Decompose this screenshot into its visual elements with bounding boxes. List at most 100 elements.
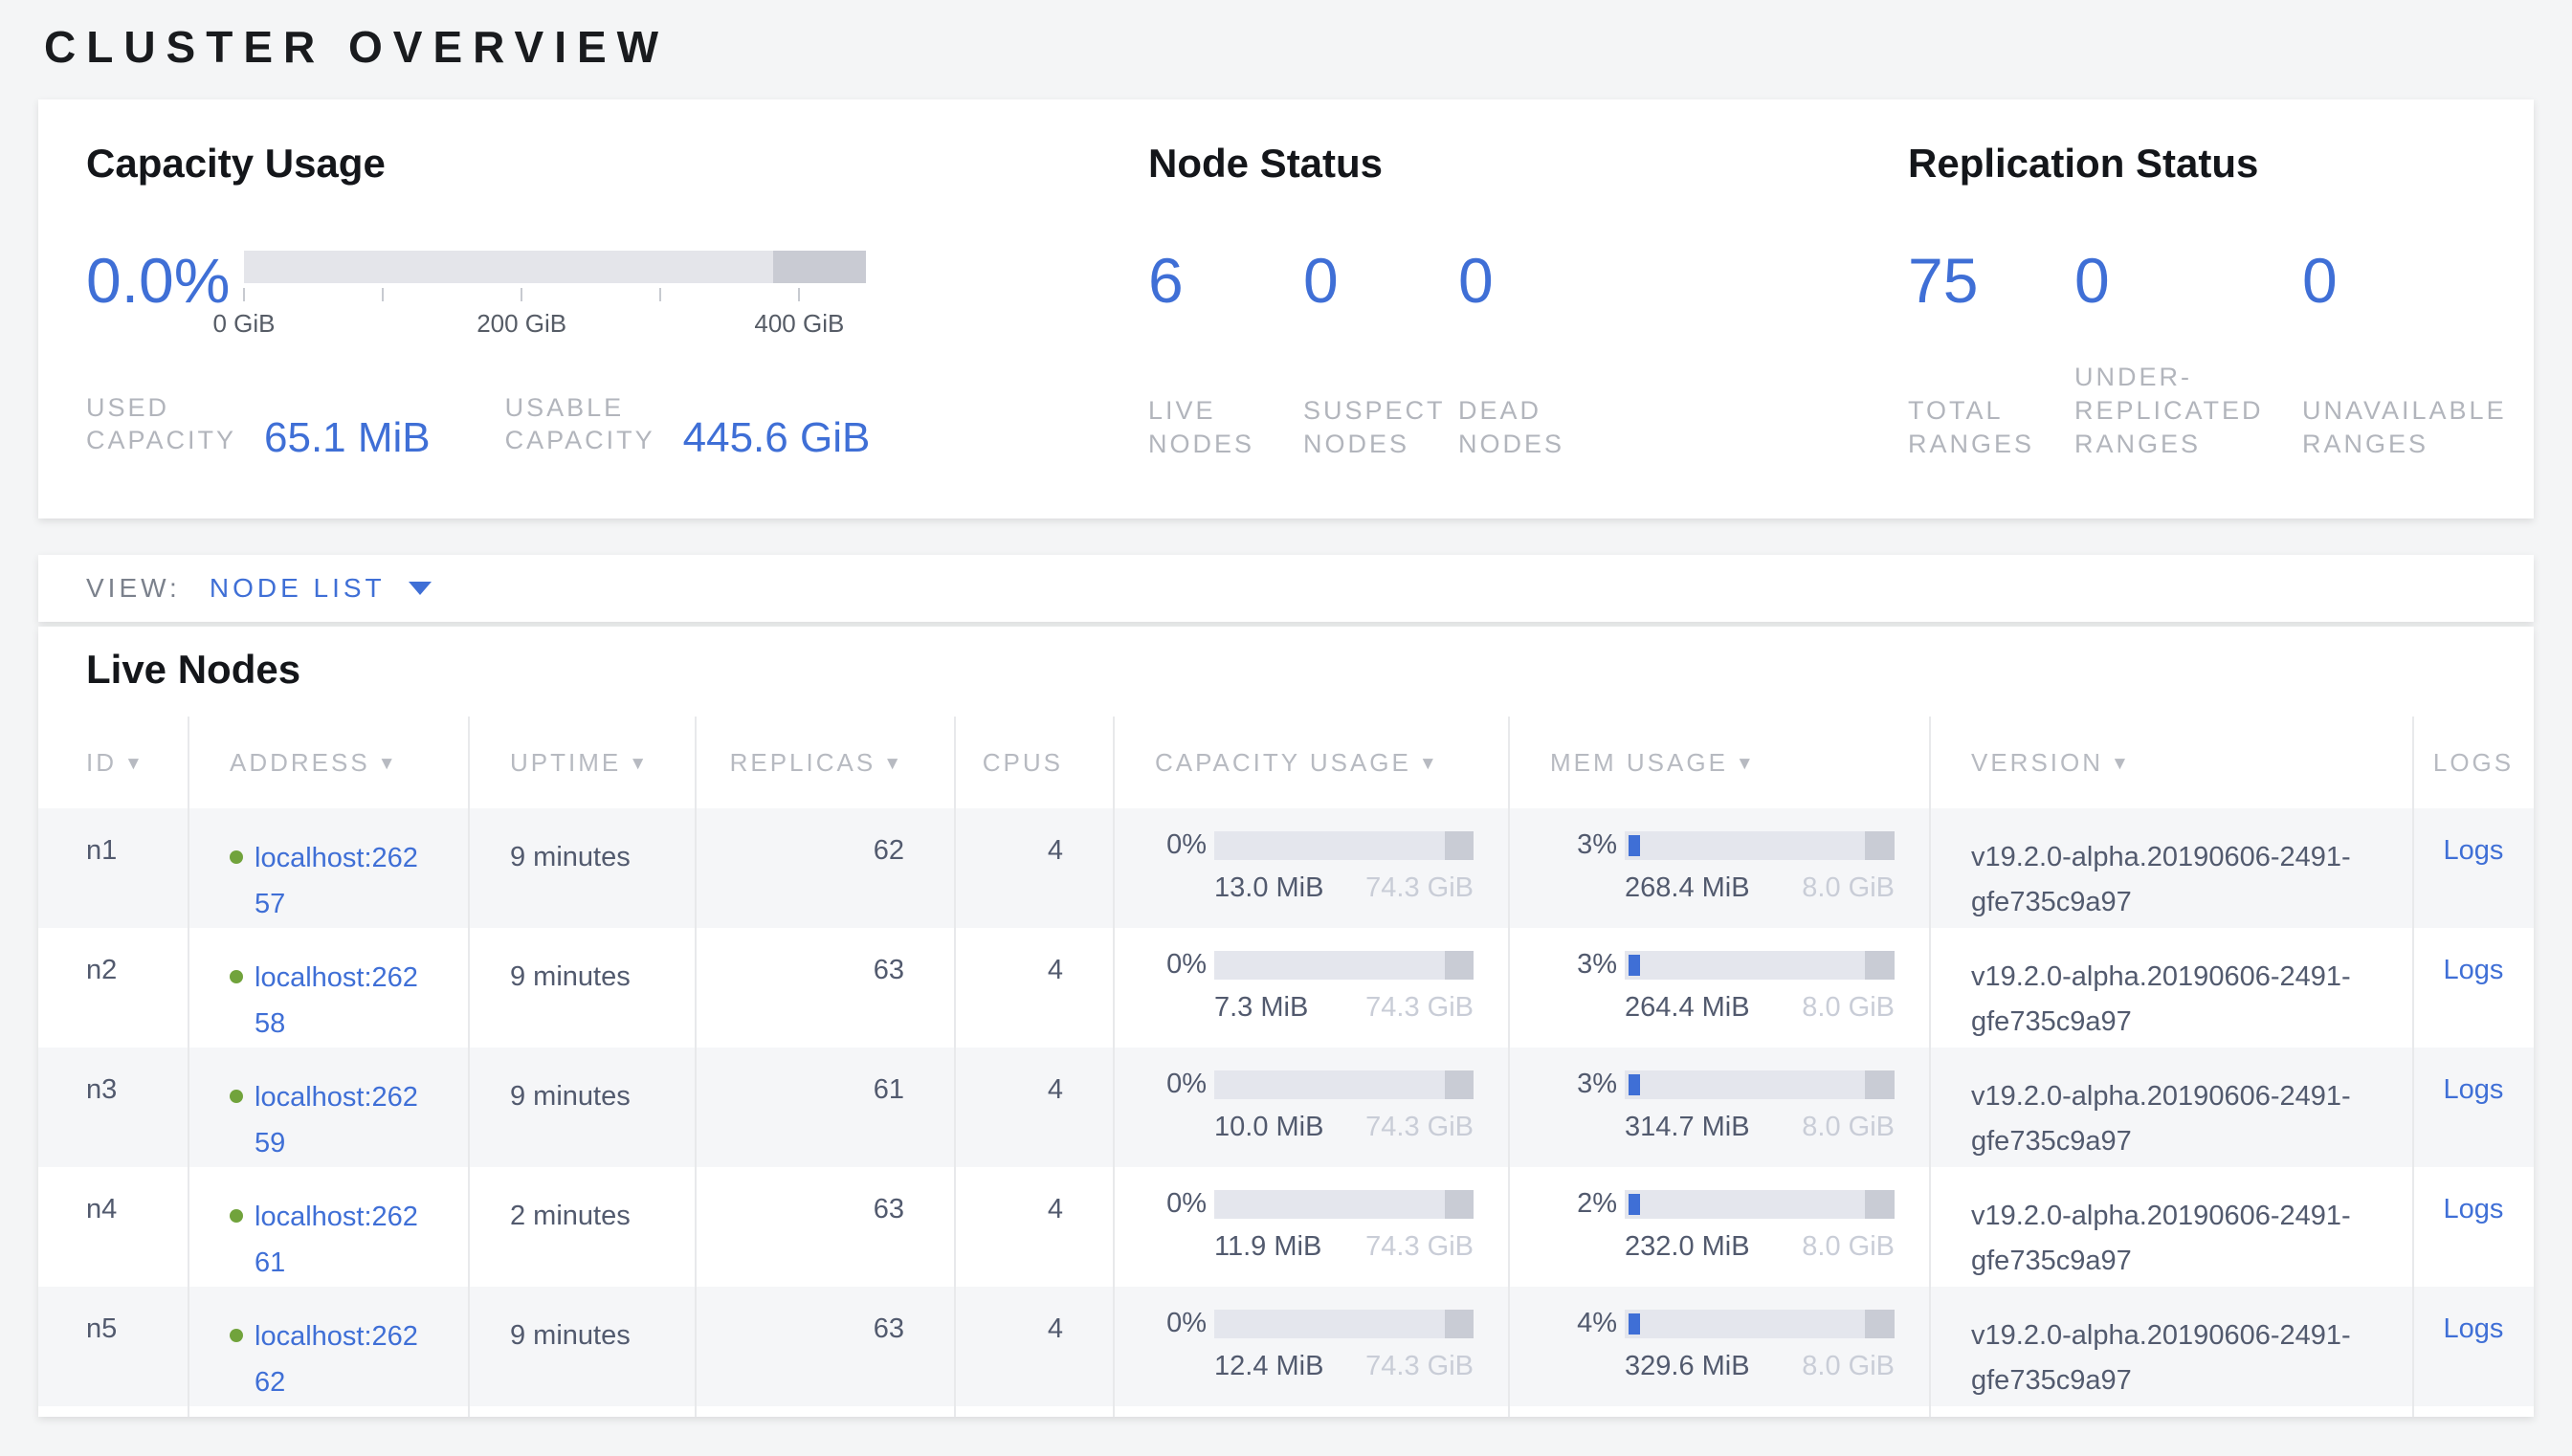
usage-used-value: 10.0 MiB xyxy=(1214,1112,1323,1143)
stat-value: 6 xyxy=(1148,251,1303,310)
stat-label: UNAVAILABLE RANGES xyxy=(2302,394,2534,461)
capacity-usage-bar: 0%10.0 MiB74.3 GiB xyxy=(1153,1069,1474,1143)
usage-used-value: 232.0 MiB xyxy=(1625,1231,1750,1263)
address-link[interactable]: localhost:26261 xyxy=(255,1194,427,1286)
cell-address: localhost:26257 xyxy=(188,808,469,928)
usage-total-value: 8.0 GiB xyxy=(1802,992,1895,1024)
col-header-label: VERSION xyxy=(1971,748,2103,777)
usage-total-value: 74.3 GiB xyxy=(1365,992,1474,1024)
col-header-capacity-usage[interactable]: CAPACITY USAGE▼ xyxy=(1114,717,1509,808)
live-status-dot-icon xyxy=(230,850,243,864)
usage-bar-track xyxy=(1214,1070,1474,1099)
replication-stats: 75TOTAL RANGES0UNDER-REPLICATED RANGES0U… xyxy=(1908,251,2534,461)
cell-address: localhost:26261 xyxy=(188,1167,469,1287)
table-row-n5: n5localhost:262629 minutes6340%12.4 MiB7… xyxy=(38,1287,2534,1406)
summary-stat: 0SUSPECT NODES xyxy=(1303,251,1458,461)
usage-bar-track xyxy=(1214,951,1474,980)
cell-cpus: 4 xyxy=(955,1167,1114,1287)
address-link[interactable]: localhost:26258 xyxy=(255,955,427,1047)
table-row-n2: n2localhost:262589 minutes6340%7.3 MiB74… xyxy=(38,928,2534,1048)
usage-percent: 4% xyxy=(1563,1308,1617,1339)
replication-status-heading: Replication Status xyxy=(1908,142,2534,186)
page-title: CLUSTER OVERVIEW xyxy=(44,21,2572,73)
table-row-n4: n4localhost:262612 minutes6340%11.9 MiB7… xyxy=(38,1167,2534,1287)
cell-uptime: 9 minutes xyxy=(469,1287,696,1406)
cell-logs: Logs xyxy=(2413,928,2534,1048)
chevron-down-icon xyxy=(409,582,432,595)
usage-total-value: 8.0 GiB xyxy=(1802,1351,1895,1382)
view-selector-dropdown[interactable]: NODE LIST xyxy=(210,573,432,604)
usage-total-value: 74.3 GiB xyxy=(1365,1351,1474,1382)
cell-uptime: 9 minutes xyxy=(469,808,696,928)
view-bar: VIEW: NODE LIST xyxy=(38,555,2534,622)
cell-cpus: 4 xyxy=(955,1048,1114,1167)
used-capacity-label: USED CAPACITY xyxy=(86,391,251,456)
cell-replicas: 62 xyxy=(696,808,955,928)
usage-bar-dark-segment xyxy=(1445,831,1474,860)
used-capacity-value: 65.1 MiB xyxy=(264,420,431,456)
mem-usage-bar: 3%268.4 MiB8.0 GiB xyxy=(1563,829,1895,904)
usage-percent: 2% xyxy=(1563,1188,1617,1220)
cell-capacity-usage: 0%12.4 MiB74.3 GiB xyxy=(1114,1287,1509,1406)
usage-bar-track xyxy=(1625,1070,1895,1099)
stat-label: UNDER-REPLICATED RANGES xyxy=(2074,361,2302,461)
logs-link[interactable]: Logs xyxy=(2444,955,2504,986)
col-header-address[interactable]: ADDRESS▼ xyxy=(188,717,469,808)
cell-version: v19.2.0-alpha.20190606-2491-gfe735c9a97 xyxy=(1930,1167,2413,1287)
capacity-usage-bar: 0%13.0 MiB74.3 GiB xyxy=(1153,829,1474,904)
sort-arrow-icon: ▼ xyxy=(629,754,650,774)
logs-link[interactable]: Logs xyxy=(2444,1194,2504,1225)
logs-link[interactable]: Logs xyxy=(2444,1313,2504,1345)
col-header-mem-usage[interactable]: MEM USAGE▼ xyxy=(1509,717,1930,808)
cell-version: v19.2.0-alpha.20190606-2491-gfe735c9a97 xyxy=(1930,928,2413,1048)
capacity-usage-section: Capacity Usage 0.0% 0 GiB200 GiB400 GiB … xyxy=(86,142,1148,518)
live-status-dot-icon xyxy=(230,1329,243,1342)
cell-address: localhost:26262 xyxy=(188,1287,469,1406)
cell-logs: Logs xyxy=(2413,1048,2534,1167)
usage-total-value: 74.3 GiB xyxy=(1365,872,1474,904)
axis-tick: 200 GiB xyxy=(521,288,522,301)
usable-capacity-stat: USABLE CAPACITY 445.6 GiB xyxy=(505,391,871,456)
cell-replicas: 63 xyxy=(696,928,955,1048)
logs-link[interactable]: Logs xyxy=(2444,1074,2504,1106)
stat-value: 75 xyxy=(1908,251,2074,310)
address-link[interactable]: localhost:26259 xyxy=(255,1074,427,1166)
cell-replicas: 63 xyxy=(696,1167,955,1287)
usage-percent: 0% xyxy=(1153,829,1207,861)
used-capacity-stat: USED CAPACITY 65.1 MiB xyxy=(86,391,431,456)
cell-cpus: 4 xyxy=(955,928,1114,1048)
col-header-version[interactable]: VERSION ▼ xyxy=(1930,717,2413,808)
cell-node-id: n1 xyxy=(38,808,188,928)
address-link[interactable]: localhost:26257 xyxy=(255,835,427,927)
sort-arrow-icon: ▼ xyxy=(2111,754,2132,774)
cell-version: v19.2.0-alpha.20190606-2491-gfe735c9a97 xyxy=(1930,1287,2413,1406)
node-status-heading: Node Status xyxy=(1148,142,1908,186)
usage-used-value: 7.3 MiB xyxy=(1214,992,1308,1024)
col-header-id[interactable]: ID▼ xyxy=(38,717,188,808)
usage-percent: 0% xyxy=(1153,949,1207,981)
capacity-bar-dark-segment xyxy=(773,251,867,283)
node-status-stats: 6LIVE NODES0SUSPECT NODES0DEAD NODES xyxy=(1148,251,1908,461)
axis-tick: 0 GiB xyxy=(243,288,245,301)
col-header-cpus: CPUS xyxy=(955,717,1114,808)
live-nodes-heading: Live Nodes xyxy=(86,648,2534,692)
col-header-label: ADDRESS xyxy=(230,748,370,777)
usage-bar-dark-segment xyxy=(1445,1070,1474,1099)
logs-link[interactable]: Logs xyxy=(2444,835,2504,867)
col-header-logs: LOGS xyxy=(2413,717,2534,808)
stat-label: LIVE NODES xyxy=(1148,394,1303,461)
axis-tick-label: 0 GiB xyxy=(212,309,275,339)
col-header-uptime[interactable]: UPTIME ▼ xyxy=(469,717,696,808)
node-status-section: Node Status 6LIVE NODES0SUSPECT NODES0DE… xyxy=(1148,142,1908,518)
sort-arrow-icon: ▼ xyxy=(1419,754,1440,774)
col-header-label: UPTIME xyxy=(510,748,621,777)
usage-total-value: 74.3 GiB xyxy=(1365,1112,1474,1143)
capacity-usage-heading: Capacity Usage xyxy=(86,142,1148,186)
axis-tick xyxy=(382,288,384,301)
usage-total-value: 8.0 GiB xyxy=(1802,872,1895,904)
cell-capacity-usage: 0%11.9 MiB74.3 GiB xyxy=(1114,1167,1509,1287)
table-row-n3: n3localhost:262599 minutes6140%10.0 MiB7… xyxy=(38,1048,2534,1167)
address-link[interactable]: localhost:26262 xyxy=(255,1313,427,1405)
sort-arrow-icon: ▼ xyxy=(124,754,145,774)
col-header-replicas[interactable]: REPLICAS▼ xyxy=(696,717,955,808)
